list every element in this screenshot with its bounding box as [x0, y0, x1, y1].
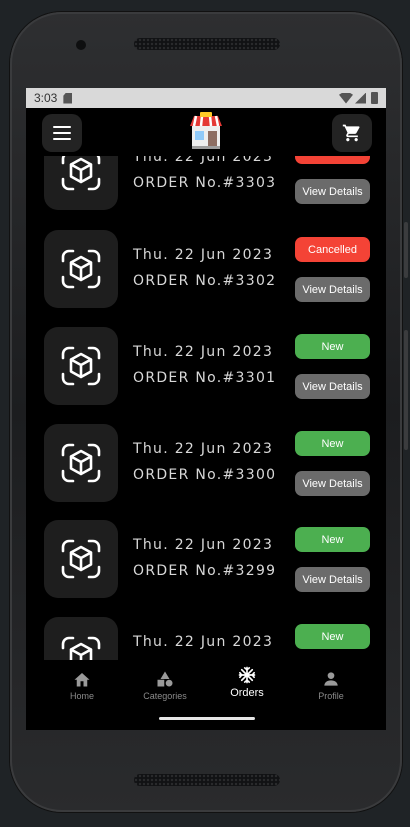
status-bar: 3:03 — [26, 88, 386, 108]
nav-item-orders[interactable]: Orders — [207, 666, 287, 699]
order-thumbnail — [44, 156, 118, 210]
status-badge: New — [295, 624, 370, 649]
view-details-button[interactable]: View Details — [295, 567, 370, 592]
order-number: ORDER No.#3300 — [133, 467, 277, 483]
order-card: Thu. 22 Jun 2023 ORDER No.#3301 New View… — [26, 327, 386, 407]
order-date: Thu. 22 Jun 2023 — [133, 247, 274, 263]
order-number: ORDER No.#3299 — [133, 563, 277, 579]
order-thumbnail — [44, 327, 118, 405]
sd-card-icon — [63, 92, 73, 104]
orders-list[interactable]: Thu. 22 Jun 2023 ORDER No.#3303 View Det… — [26, 156, 386, 660]
menu-button[interactable] — [42, 114, 82, 152]
cart-icon — [342, 124, 360, 142]
view-details-button[interactable]: View Details — [295, 471, 370, 496]
orders-icon — [238, 666, 256, 684]
status-badge: New — [295, 527, 370, 552]
nav-label: Orders — [230, 687, 264, 699]
order-thumbnail — [44, 230, 118, 308]
app-bar — [26, 108, 386, 156]
power-button — [404, 330, 408, 450]
status-badge — [295, 156, 370, 164]
home-icon — [74, 673, 90, 687]
nav-label: Categories — [143, 691, 187, 701]
package-icon — [61, 443, 101, 483]
order-date: Thu. 22 Jun 2023 — [133, 156, 274, 165]
wifi-icon — [339, 92, 353, 104]
order-number: ORDER No.#3303 — [133, 175, 277, 191]
status-badge: New — [295, 431, 370, 456]
order-card: Thu. 22 Jun 2023 New — [26, 617, 386, 660]
categories-icon — [157, 671, 173, 687]
volume-button — [404, 222, 408, 278]
status-time: 3:03 — [34, 91, 58, 105]
nav-item-categories[interactable]: Categories — [125, 670, 205, 701]
view-details-button[interactable]: View Details — [295, 179, 370, 204]
store-logo-icon — [190, 112, 222, 149]
order-card: Thu. 22 Jun 2023 ORDER No.#3299 New View… — [26, 520, 386, 600]
order-thumbnail — [44, 424, 118, 502]
package-icon — [61, 249, 101, 289]
order-number: ORDER No.#3302 — [133, 273, 277, 289]
order-date: Thu. 22 Jun 2023 — [133, 441, 274, 457]
package-icon — [61, 346, 101, 386]
order-card: Thu. 22 Jun 2023 ORDER No.#3303 View Det… — [26, 156, 386, 212]
bottom-speaker — [134, 774, 280, 786]
order-date: Thu. 22 Jun 2023 — [133, 537, 274, 553]
view-details-button[interactable]: View Details — [295, 277, 370, 302]
package-icon — [61, 636, 101, 660]
order-date: Thu. 22 Jun 2023 — [133, 634, 274, 650]
order-thumbnail — [44, 520, 118, 598]
top-speaker — [134, 38, 280, 50]
hamburger-icon — [53, 126, 71, 140]
package-icon — [61, 539, 101, 579]
battery-icon — [371, 92, 378, 104]
package-icon — [61, 156, 101, 191]
signal-icon — [355, 92, 366, 104]
app-screen: 3:03 Thu. 22 Jun 2023 ORDER No.#3303 Vie… — [26, 88, 386, 730]
nav-item-profile[interactable]: Profile — [291, 670, 371, 701]
order-card: Thu. 22 Jun 2023 ORDER No.#3302 Cancelle… — [26, 230, 386, 310]
cart-button[interactable] — [332, 114, 372, 152]
order-card: Thu. 22 Jun 2023 ORDER No.#3300 New View… — [26, 424, 386, 504]
nav-item-home[interactable]: Home — [42, 670, 122, 701]
front-camera — [76, 40, 86, 50]
order-thumbnail — [44, 617, 118, 660]
nav-label: Home — [69, 691, 94, 701]
nav-label: Profile — [318, 691, 344, 701]
status-badge: New — [295, 334, 370, 359]
profile-icon — [324, 672, 338, 686]
view-details-button[interactable]: View Details — [295, 374, 370, 399]
order-date: Thu. 22 Jun 2023 — [133, 344, 274, 360]
home-indicator — [159, 717, 255, 720]
status-badge: Cancelled — [295, 237, 370, 262]
order-number: ORDER No.#3301 — [133, 370, 277, 386]
